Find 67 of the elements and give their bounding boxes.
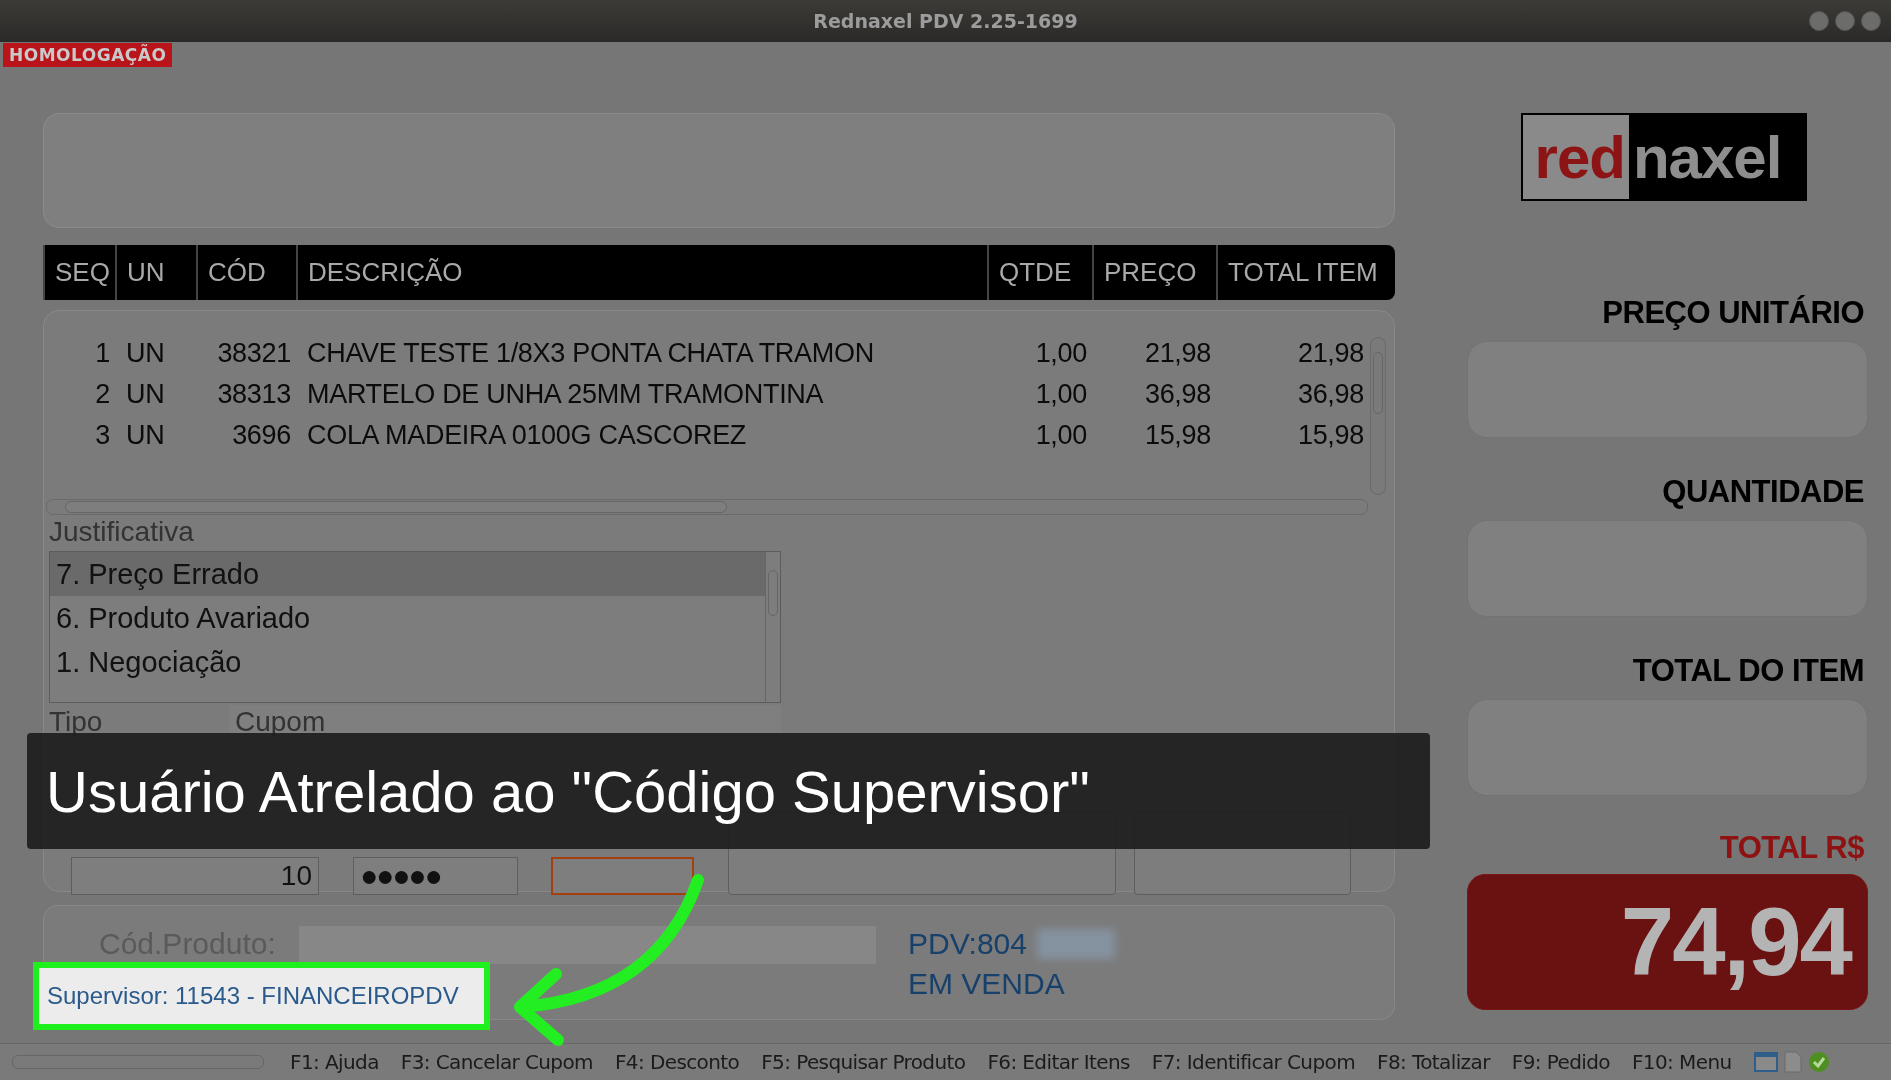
table-cell-text: 36,98 [1296,379,1365,410]
table-cell-text: UN [125,379,166,410]
discount-field[interactable]: 10 [71,857,319,895]
shortcut-hint: F1: Ajuda [290,1050,379,1074]
window-title: Rednaxel PDV 2.25-1699 [813,10,1078,32]
list-item[interactable]: 7. Preço Errado [50,552,765,596]
caption-text: Usuário Atrelado ao "Código Supervisor" [46,757,1090,825]
table-cell-text: 2 [94,379,111,410]
password-field[interactable]: ●●●●● [353,857,518,895]
group-label: Tipo [49,705,104,739]
total-value: 74,94 [1467,874,1868,1010]
reason-list[interactable]: 7. Preço Errado 6. Produto Avariado 1. Negociação [49,551,781,703]
table-cell-text: UN [125,420,166,451]
column-header: QTDE [987,245,1092,300]
table-cell-text: 15,98 [1143,420,1212,451]
shortcut-hint: F8: Totalizar [1377,1050,1490,1074]
table-cell-text: 3 [94,420,111,451]
table-cell-text: 1,00 [1034,379,1088,410]
shortcut-hint: F6: Editar Itens [987,1050,1130,1074]
field-label: QUANTIDADE [1661,474,1864,510]
table-cell-text: 36,98 [1143,379,1212,410]
table-cell-text: 38321 [216,338,292,369]
table-cell-text: COLA MADEIRA 0100G CASCOREZ [306,420,748,451]
table-cell-text: 1,00 [1034,420,1088,451]
table-cell-text: 1,00 [1034,338,1088,369]
column-header: CÓD [196,245,296,300]
list-item[interactable]: 1. Negociação [50,640,765,684]
minimize-button[interactable] [1809,11,1829,31]
table-cell-text: 21,98 [1143,338,1212,369]
column-header: PREÇO [1092,245,1216,300]
environment-badge: HOMOLOGAÇÃO [3,43,173,67]
column-header: DESCRIÇÃO [296,245,987,300]
supervisor-info: Supervisor: 11543 - FINANCEIROPDV [47,982,459,1010]
window-icon[interactable] [1753,1052,1778,1072]
shortcut-hint: F10: Menu [1631,1050,1732,1074]
table-cell-text: 3696 [231,420,292,451]
maximize-button[interactable] [1835,11,1855,31]
table-cell-text: MARTELO DE UNHA 25MM TRAMONTINA [306,379,825,410]
scrollbar[interactable] [46,499,1368,515]
password-field[interactable] [551,857,694,895]
table-cell-text: 21,98 [1296,338,1365,369]
shortcut-hint: F9: Pedido [1511,1050,1610,1074]
column-header: UN [115,245,196,300]
pdv-number: PDV:804 [908,926,1027,962]
field-label: TOTAL DO ITEM [1631,653,1864,689]
table-cell-text: UN [125,338,166,369]
table-cell-text: CHAVE TESTE 1/8X3 PONTA CHATA TRAMON [306,338,875,369]
product-code-field[interactable] [299,926,876,964]
table-cell-text: 1 [94,338,111,369]
close-button[interactable] [1861,11,1881,31]
scrollbar[interactable] [765,552,780,702]
sale-status: EM VENDA [908,966,1066,1002]
check-icon[interactable] [1807,1051,1830,1073]
column-header: SEQ [43,245,115,300]
table-cell-text: 38313 [216,379,292,410]
logo: red naxel [1520,113,1808,201]
document-icon[interactable] [1783,1051,1802,1073]
group-label: Justificativa [49,515,195,549]
shortcut-hint: F7: Identificar Cupom [1151,1050,1355,1074]
list-item[interactable]: 6. Produto Avariado [50,596,765,640]
total-label: TOTAL R$ [1718,830,1864,866]
shortcut-hint: F5: Pesquisar Produto [761,1050,966,1074]
table-cell-text: 15,98 [1296,420,1365,451]
column-header: TOTAL ITEM [1216,245,1395,300]
field-label: PREÇO UNITÁRIO [1601,295,1864,331]
shortcut-hint: F3: Cancelar Cupom [400,1050,593,1074]
shortcut-hint: F4: Desconto [614,1050,740,1074]
